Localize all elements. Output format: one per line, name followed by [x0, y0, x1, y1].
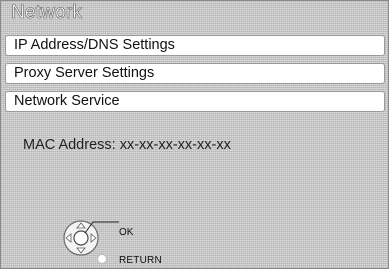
return-label: RETURN — [119, 255, 162, 266]
menu-item-proxy-server-settings[interactable]: Proxy Server Settings — [5, 63, 385, 84]
ok-label: OK — [119, 227, 134, 238]
remote-control-guide: OK RETURN — [61, 211, 181, 266]
mac-address-text: MAC Address: xx-xx-xx-xx-xx-xx — [23, 137, 231, 153]
network-screen: Network IP Address/DNS Settings Proxy Se… — [0, 0, 389, 269]
dpad-icon — [63, 220, 119, 256]
network-menu: IP Address/DNS Settings Proxy Server Set… — [5, 35, 385, 119]
menu-item-ip-dns-settings[interactable]: IP Address/DNS Settings — [5, 35, 385, 56]
page-title: Network — [11, 2, 83, 24]
return-icon — [97, 254, 107, 264]
menu-item-network-service[interactable]: Network Service — [5, 91, 385, 112]
